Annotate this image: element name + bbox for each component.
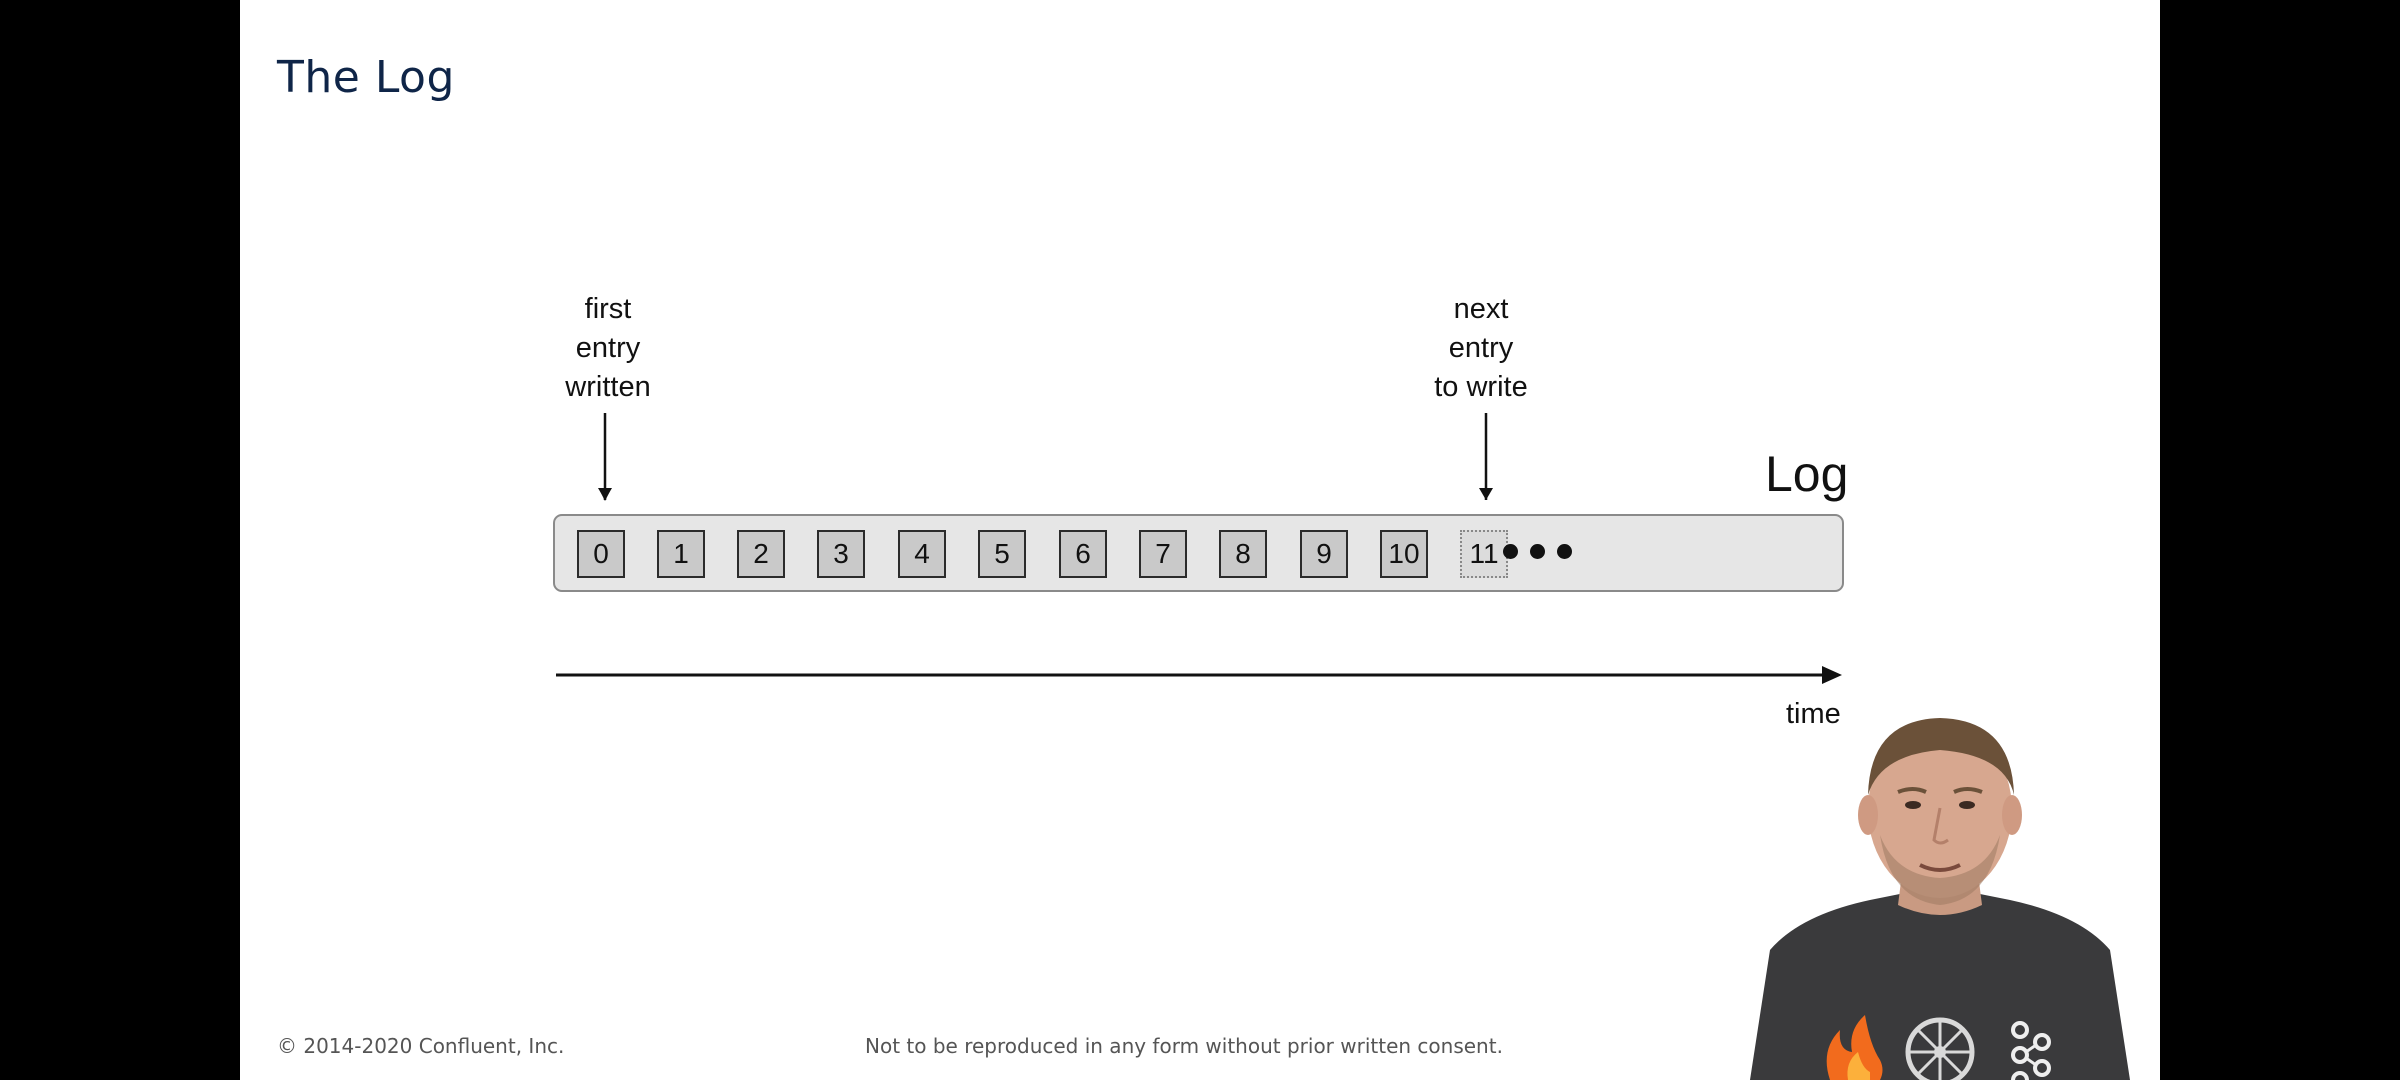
log-entry: 4 [898,530,946,578]
copyright-text: © 2014-2020 Confluent, Inc. [277,1034,565,1058]
log-entry: 5 [978,530,1026,578]
slide: The Log first entry written next entry t… [240,0,2160,1080]
log-entry: 7 [1139,530,1187,578]
presenter-video [1750,718,2130,1080]
pending-log-entry: 11 [1460,530,1508,578]
log-label: Log [1765,446,1849,502]
dot [1557,544,1572,559]
log-entry: 8 [1219,530,1267,578]
log-bar: 0 1 2 3 4 5 6 7 8 9 10 11 [553,514,1844,592]
log-entry: 9 [1300,530,1348,578]
log-entry: 3 [817,530,865,578]
legal-notice: Not to be reproduced in any form without… [865,1034,1503,1058]
dot [1530,544,1545,559]
log-entry: 1 [657,530,705,578]
dot [1503,544,1518,559]
video-frame: The Log first entry written next entry t… [0,0,2400,1080]
log-entry: 6 [1059,530,1107,578]
ellipsis-icon [1503,544,1572,559]
log-entry: 10 [1380,530,1428,578]
log-entry: 2 [737,530,785,578]
log-entry: 0 [577,530,625,578]
